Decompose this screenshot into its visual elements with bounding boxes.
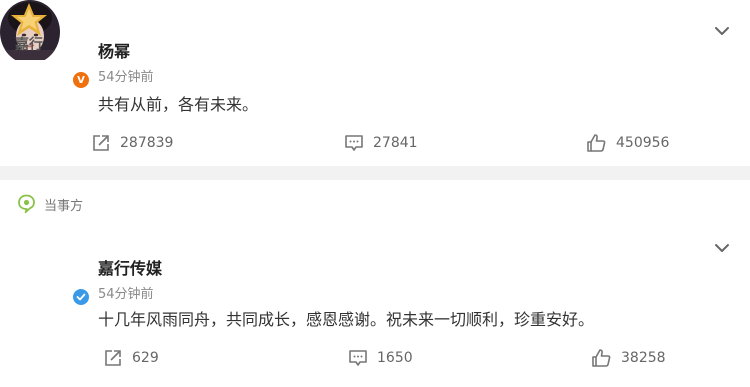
- author-name[interactable]: 嘉行传媒: [98, 255, 162, 279]
- author-name[interactable]: 杨幂: [98, 38, 130, 62]
- repost-count: 629: [132, 350, 159, 366]
- section-label: 当事方: [44, 199, 84, 214]
- thumbs-up-icon: [592, 349, 611, 367]
- comment-count: 1650: [377, 350, 413, 366]
- comment-button[interactable]: 1650: [348, 348, 413, 368]
- comment-icon: [349, 350, 367, 366]
- verified-badge-icon: V: [71, 70, 91, 90]
- share-icon: [93, 135, 109, 151]
- chevron-down-icon[interactable]: [714, 25, 730, 37]
- repost-count: 287839: [120, 135, 174, 151]
- tag-icon: [18, 194, 35, 213]
- comment-count: 27841: [373, 135, 418, 151]
- share-icon: [105, 350, 121, 366]
- post-time: 54分钟前: [98, 70, 154, 85]
- post-time: 54分钟前: [98, 287, 154, 302]
- like-count: 38258: [621, 350, 666, 366]
- verified-check-icon: [71, 287, 91, 307]
- repost-button[interactable]: 629: [103, 348, 159, 368]
- chevron-down-icon[interactable]: [714, 242, 730, 254]
- avatar-logo-text: 嘉行: [15, 37, 43, 53]
- thumbs-up-icon: [587, 134, 606, 152]
- like-button[interactable]: 38258: [591, 348, 666, 368]
- repost-button[interactable]: 287839: [91, 133, 173, 153]
- like-button[interactable]: 450956: [586, 133, 669, 153]
- post-text: 共有从前，各有未来。: [98, 95, 259, 114]
- comment-button[interactable]: 27841: [344, 133, 418, 153]
- comment-icon: [345, 135, 363, 151]
- avatar[interactable]: 嘉行: [0, 0, 58, 62]
- like-count: 450956: [616, 135, 670, 151]
- post-text: 十几年风雨同舟，共同成长，感恩感谢。祝未来一切顺利，珍重安好。: [98, 310, 595, 329]
